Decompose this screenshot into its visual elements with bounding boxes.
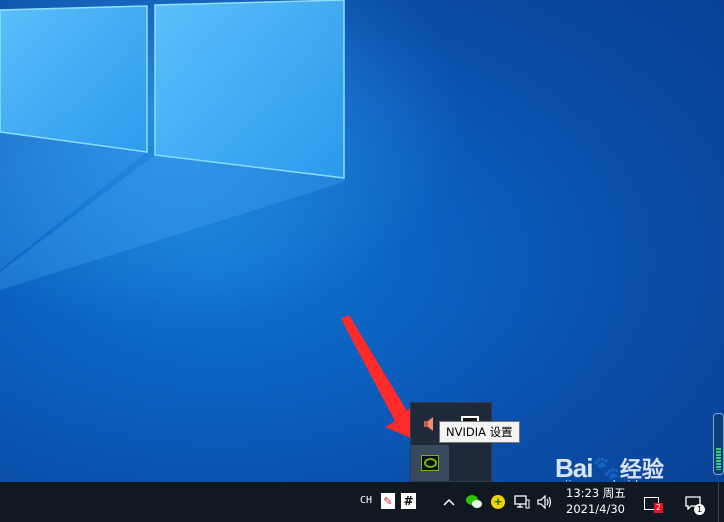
volume-icon[interactable] — [535, 492, 555, 512]
nvidia-icon[interactable] — [411, 445, 449, 481]
clock-time[interactable]: 13:23 周五 — [566, 485, 626, 501]
wechat-icon[interactable] — [464, 492, 484, 512]
chevron-up-icon[interactable] — [440, 492, 458, 512]
scrollbar-indicator[interactable] — [713, 413, 724, 475]
desktop-wallpaper — [0, 0, 724, 482]
paw-icon: 🐾 — [592, 456, 620, 481]
pen-icon[interactable]: ✎ — [381, 493, 395, 509]
plus-icon[interactable]: + — [488, 492, 508, 512]
clock-date[interactable]: 2021/4/30 — [566, 502, 625, 516]
notification-icon[interactable]: 1 — [681, 492, 705, 515]
show-desktop-button[interactable] — [718, 482, 724, 522]
task-badge: 2 — [653, 503, 663, 513]
ime-label[interactable]: CH — [360, 495, 372, 506]
task-view-icon[interactable]: 2 — [641, 493, 663, 513]
taskbar: CH ✎ # + 13:23 周五 2021/4/30 2 1 — [0, 482, 724, 522]
speaker-icon[interactable] — [419, 413, 441, 435]
grid-icon[interactable]: # — [401, 493, 416, 509]
network-icon[interactable] — [512, 492, 532, 512]
nvidia-tooltip: NVIDIA 设置 — [439, 421, 520, 443]
notification-count: 1 — [694, 504, 705, 515]
